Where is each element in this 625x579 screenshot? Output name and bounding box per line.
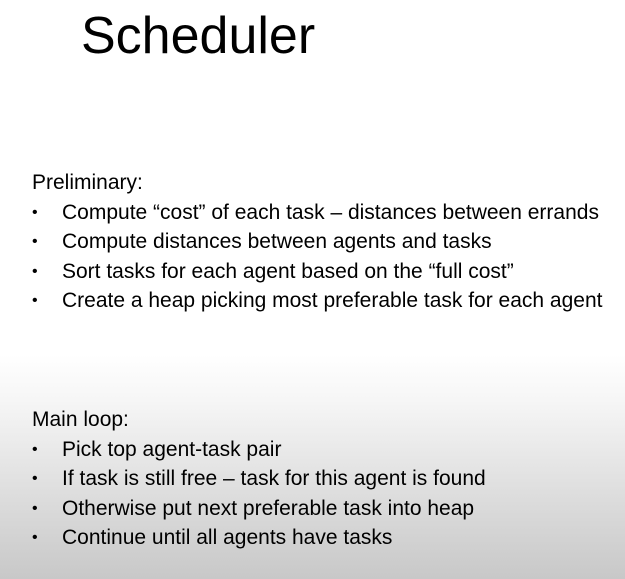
preliminary-list: • Compute “cost” of each task – distance…: [32, 198, 612, 316]
slide-title: Scheduler: [81, 7, 316, 65]
list-item-text: If task is still free – task for this ag…: [62, 467, 486, 490]
list-item: • Compute “cost” of each task – distance…: [32, 198, 612, 228]
list-item: • Continue until all agents have tasks: [32, 523, 612, 553]
bullet-icon: •: [32, 470, 38, 487]
list-item-text: Create a heap picking most preferable ta…: [62, 289, 603, 312]
bullet-icon: •: [32, 233, 38, 250]
list-item-text: Pick top agent-task pair: [62, 437, 282, 461]
main-loop-heading: Main loop:: [32, 408, 129, 431]
list-item: • Otherwise put next preferable task int…: [32, 494, 612, 524]
bullet-icon: •: [32, 262, 38, 280]
preliminary-heading: Preliminary:: [32, 171, 143, 194]
bullet-icon: •: [32, 529, 38, 546]
bullet-icon: •: [32, 203, 38, 221]
list-item: • Pick top agent-task pair: [32, 435, 612, 465]
list-item-text: Compute “cost” of each task – distances …: [62, 200, 599, 224]
list-item-text: Continue until all agents have tasks: [62, 526, 393, 549]
list-item: • Create a heap picking most preferable …: [32, 286, 612, 316]
preliminary-section: Preliminary: • Compute “cost” of each ta…: [32, 168, 612, 316]
bullet-icon: •: [32, 499, 38, 517]
main-loop-list: • Pick top agent-task pair • If task is …: [32, 435, 612, 553]
main-loop-section: Main loop: • Pick top agent-task pair • …: [32, 405, 612, 553]
list-item: • Compute distances between agents and t…: [32, 227, 612, 257]
bullet-icon: •: [32, 440, 38, 458]
list-item-text: Compute distances between agents and tas…: [62, 230, 492, 253]
list-item: • If task is still free – task for this …: [32, 464, 612, 494]
bullet-icon: •: [32, 292, 38, 309]
list-item-text: Otherwise put next preferable task into …: [62, 496, 475, 520]
list-item: • Sort tasks for each agent based on the…: [32, 257, 612, 287]
list-item-text: Sort tasks for each agent based on the “…: [62, 259, 514, 283]
